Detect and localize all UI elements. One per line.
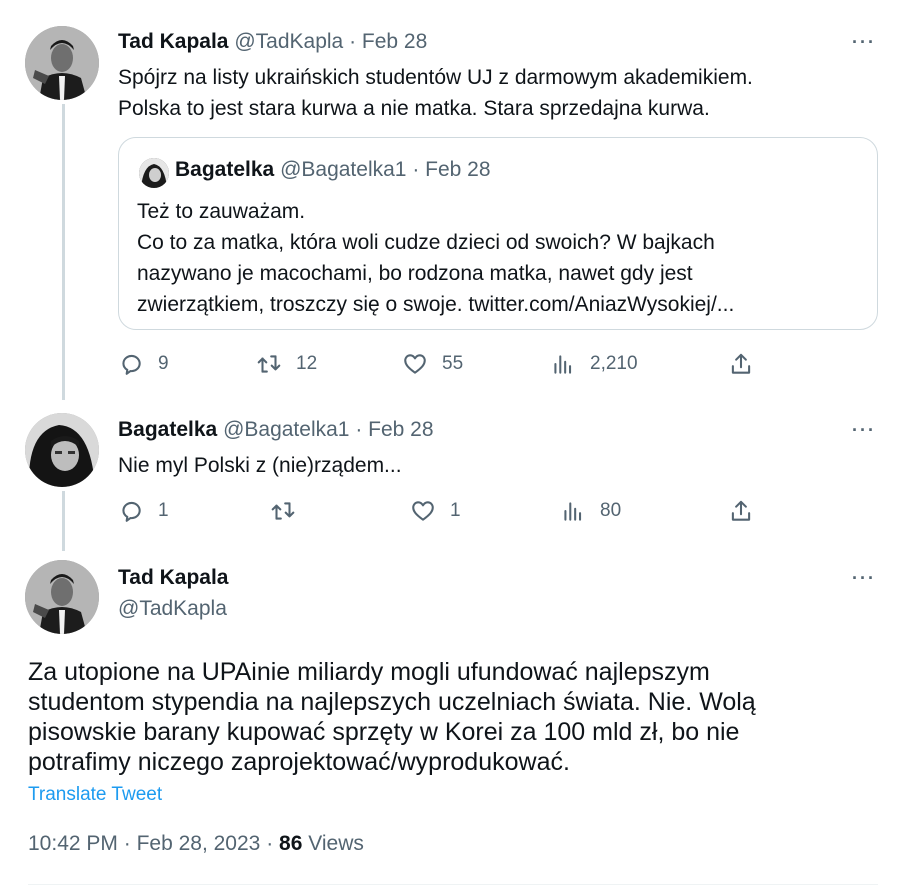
separator-dot: · — [355, 418, 363, 441]
share-icon — [731, 353, 751, 374]
tweet-full-date[interactable]: Feb 28, 2023 — [137, 832, 261, 855]
reply-icon — [122, 354, 141, 375]
avatar[interactable] — [25, 560, 99, 634]
tweet-text-line: Za utopione na UPAinie miliardy mogli uf… — [28, 658, 710, 686]
more-options-icon[interactable]: ··· — [852, 568, 876, 589]
heart-icon — [412, 501, 434, 521]
like-button[interactable]: 55 — [402, 347, 463, 381]
reply-count: 1 — [158, 500, 169, 521]
quote-text: Też to zauważam. Co to za matka, która w… — [137, 196, 734, 320]
author-name[interactable]: Tad Kapala — [118, 30, 228, 53]
tweet-text: Nie myl Polski z (nie)rządem... — [118, 450, 402, 481]
main-tweet-text: Za utopione na UPAinie miliardy mogli uf… — [28, 657, 756, 777]
reply-button[interactable]: 1 — [118, 494, 169, 528]
separator-dot: · — [349, 30, 357, 53]
quote-header: Bagatelka @Bagatelka1 · Feb 28 — [175, 158, 491, 182]
separator-dot: · — [123, 832, 131, 855]
views-icon — [564, 502, 582, 521]
share-button[interactable] — [728, 494, 754, 528]
like-count: 1 — [450, 500, 461, 521]
share-button[interactable] — [728, 347, 754, 381]
tweet-header: Tad Kapala @TadKapla · Feb 28 — [118, 30, 427, 54]
views-count: 86 — [279, 832, 303, 855]
tweet-text-line: pisowskie barany kupować sprzęty w Korei… — [28, 718, 740, 746]
separator-dot: · — [266, 832, 274, 855]
quote-avatar — [139, 158, 169, 188]
quote-text-line: nazywano je macochami, bo rodzona matka,… — [137, 262, 693, 285]
tweet-text-line: potrafimy niczego zaprojektować/wyproduk… — [28, 748, 570, 776]
reply-button[interactable]: 9 — [118, 347, 169, 381]
retweet-count: 12 — [296, 353, 318, 374]
like-button[interactable]: 1 — [410, 494, 461, 528]
views-button[interactable]: 80 — [560, 494, 621, 528]
more-options-icon[interactable]: ··· — [852, 420, 876, 441]
more-options-icon[interactable]: ··· — [852, 32, 876, 53]
author-handle[interactable]: @TadKapla — [234, 30, 343, 53]
views-icon — [554, 355, 572, 374]
tweet-text-line: Polska to jest stara kurwa a nie matka. … — [118, 97, 710, 120]
retweet-button[interactable] — [270, 494, 310, 528]
tweet-text: Spójrz na listy ukraińskich studentów UJ… — [118, 62, 753, 124]
like-count: 55 — [442, 353, 464, 374]
author-handle[interactable]: @TadKapla — [118, 597, 227, 621]
tweet-text-line: Nie myl Polski z (nie)rządem... — [118, 454, 402, 477]
quote-text-line: Co to za matka, która woli cudze dzieci … — [137, 231, 715, 254]
quote-text-line: Też to zauważam. — [137, 200, 306, 223]
quote-text-line: zwierzątkiem, troszczy się o swoje. twit… — [137, 293, 735, 316]
views-button[interactable]: 2,210 — [550, 347, 638, 381]
avatar[interactable] — [25, 26, 99, 100]
retweet-button[interactable]: 12 — [256, 347, 317, 381]
tweet-actions: 1 1 80 — [118, 494, 758, 528]
thread-line — [62, 491, 65, 551]
views-count: 2,210 — [590, 353, 638, 374]
tweet-text-line: studentom stypendia na najlepszych uczel… — [28, 688, 756, 716]
retweet-icon — [271, 502, 295, 520]
author-name[interactable]: Tad Kapala — [118, 566, 228, 590]
separator-dot: · — [412, 158, 420, 181]
quote-author-handle: @Bagatelka1 — [280, 158, 407, 181]
retweet-icon — [257, 355, 281, 373]
thread-line — [62, 104, 65, 400]
tweet-actions: 9 12 55 2,210 — [118, 347, 758, 381]
quote-author-name: Bagatelka — [175, 158, 275, 181]
heart-icon — [404, 354, 426, 374]
share-icon — [731, 500, 751, 521]
author-handle[interactable]: @Bagatelka1 — [223, 418, 349, 441]
tweet-header: Bagatelka @Bagatelka1 · Feb 28 — [118, 418, 434, 442]
tweet-text-line: Spójrz na listy ukraińskich studentów UJ… — [118, 66, 753, 89]
tweet-date[interactable]: Feb 28 — [362, 30, 427, 53]
views-count: 80 — [600, 500, 622, 521]
reply-icon — [122, 501, 141, 522]
avatar[interactable] — [25, 413, 99, 487]
quoted-tweet-card[interactable]: Bagatelka @Bagatelka1 · Feb 28 Też to za… — [118, 137, 878, 330]
tweet-date[interactable]: Feb 28 — [368, 418, 433, 441]
views-label: Views — [308, 832, 364, 855]
divider — [28, 884, 878, 885]
author-name[interactable]: Bagatelka — [118, 418, 217, 441]
tweet-time[interactable]: 10:42 PM — [28, 832, 118, 855]
reply-count: 9 — [158, 353, 169, 374]
translate-tweet-link[interactable]: Translate Tweet — [28, 784, 162, 806]
quote-date: Feb 28 — [425, 158, 491, 181]
tweet-meta: 10:42 PM · Feb 28, 2023 · 86 Views — [28, 832, 364, 856]
